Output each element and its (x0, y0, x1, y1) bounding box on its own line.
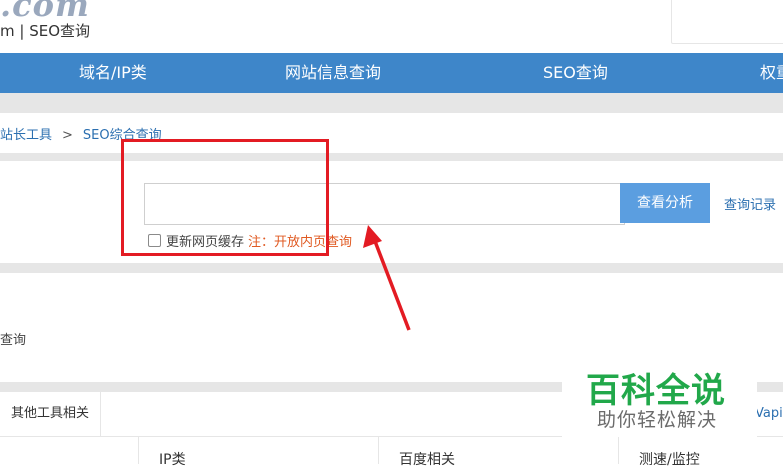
analyze-button[interactable]: 查看分析 (620, 183, 710, 223)
tab-vapi[interactable]: Vapi (755, 406, 783, 421)
nav-item-site-info[interactable]: 网站信息查询 (285, 53, 381, 93)
divider-band (0, 93, 783, 113)
column-divider (378, 437, 379, 464)
column-divider (138, 437, 139, 464)
nav-item-weight[interactable]: 权重 (760, 53, 783, 93)
column-divider (618, 437, 619, 464)
header-search-box[interactable] (671, 0, 783, 44)
side-query-label: 查询 (0, 333, 27, 348)
divider-band (0, 263, 783, 273)
logo-subtitle: m | SEO查询 (0, 22, 91, 40)
breadcrumb-separator: > (62, 128, 73, 143)
category-speed-monitor[interactable]: 测速/监控 (639, 449, 700, 469)
category-baidu[interactable]: 百度相关 (399, 449, 455, 469)
watermark-subtitle: 助你轻松解决 (597, 409, 718, 431)
breadcrumb-parent[interactable]: 站长工具 (0, 128, 52, 143)
divider-band (0, 153, 783, 161)
main-nav: 域名/IP类 网站信息查询 SEO查询 权重 (0, 53, 783, 93)
nav-item-seo[interactable]: SEO查询 (543, 53, 608, 93)
watermark: 百科全说 助你轻松解决 (562, 357, 757, 437)
query-history-link[interactable]: 查询记录 (724, 194, 776, 213)
highlight-box (121, 139, 329, 256)
category-ip[interactable]: IP类 (159, 449, 186, 469)
nav-item-domain-ip[interactable]: 域名/IP类 (79, 53, 147, 93)
tab-other-tools[interactable]: 其他工具相关 (0, 392, 101, 436)
